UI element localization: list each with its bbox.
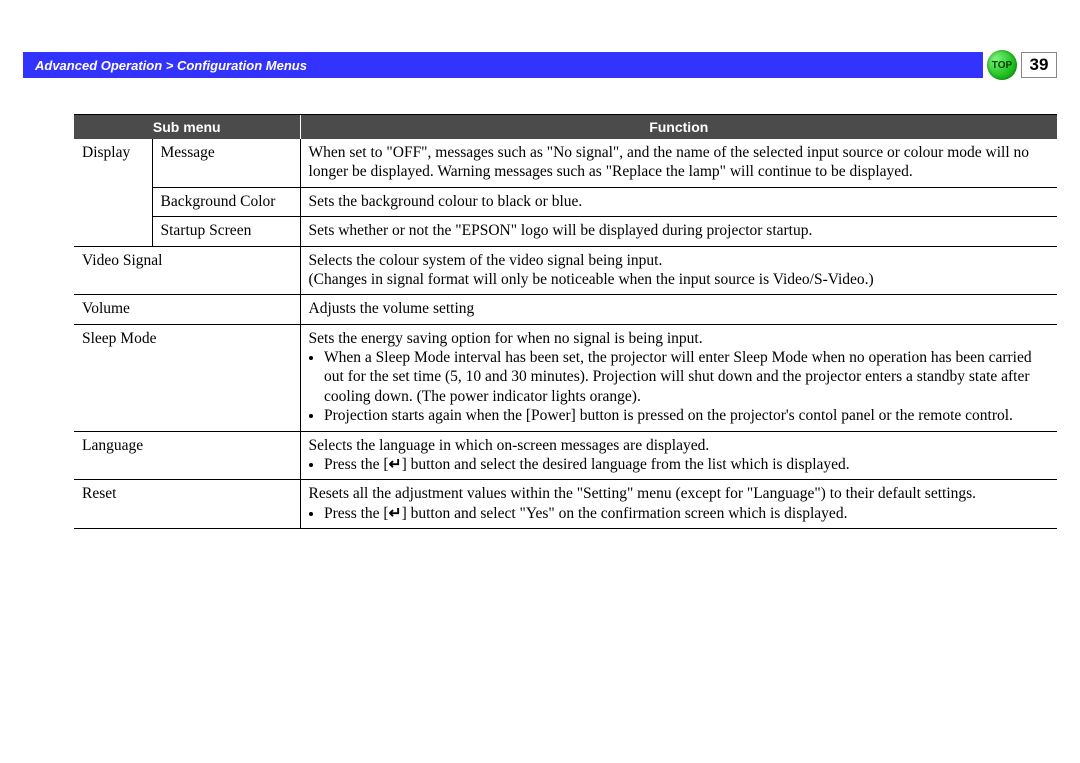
text: Sets the energy saving option for when n…	[309, 330, 703, 347]
cell-message-fn: When set to "OFF", messages such as "No …	[300, 139, 1057, 187]
breadcrumb-text: Advanced Operation > Configuration Menus	[35, 58, 307, 73]
cell-video: Video Signal	[74, 246, 300, 295]
col-header-submenu: Sub menu	[74, 115, 300, 139]
page-number: 39	[1021, 52, 1057, 78]
col-header-function: Function	[300, 115, 1057, 139]
cell-display: Display	[74, 139, 152, 246]
cell-message: Message	[152, 139, 300, 187]
text: (Changes in signal format will only be n…	[309, 271, 874, 288]
bullet-list: Press the [↵] button and select the desi…	[309, 455, 1049, 474]
top-icon[interactable]: TOP	[987, 50, 1017, 80]
table-row: Sleep Mode Sets the energy saving option…	[74, 324, 1057, 431]
enter-icon: ↵	[389, 456, 402, 473]
table-row: Background Color Sets the background col…	[74, 187, 1057, 216]
table-row: Video Signal Selects the colour system o…	[74, 246, 1057, 295]
cell-sleep-fn: Sets the energy saving option for when n…	[300, 324, 1057, 431]
breadcrumb: Advanced Operation > Configuration Menus	[23, 52, 983, 78]
cell-sleep: Sleep Mode	[74, 324, 300, 431]
text: Selects the colour system of the video s…	[309, 252, 663, 269]
text: ] button and select the desired language…	[402, 456, 850, 473]
enter-icon: ↵	[389, 505, 402, 522]
list-item: When a Sleep Mode interval has been set,…	[324, 348, 1049, 406]
header-bar: Advanced Operation > Configuration Menus…	[23, 52, 1057, 78]
cell-language: Language	[74, 431, 300, 480]
text: Press the [	[324, 456, 389, 473]
cell-bgcolor: Background Color	[152, 187, 300, 216]
page-number-text: 39	[1030, 55, 1049, 75]
list-item: Press the [↵] button and select "Yes" on…	[324, 504, 1049, 523]
table-header-row: Sub menu Function	[74, 115, 1057, 139]
table-row: Display Message When set to "OFF", messa…	[74, 139, 1057, 187]
table-row: Language Selects the language in which o…	[74, 431, 1057, 480]
table-row: Startup Screen Sets whether or not the "…	[74, 217, 1057, 246]
cell-volume: Volume	[74, 295, 300, 324]
page: Advanced Operation > Configuration Menus…	[0, 0, 1080, 763]
cell-video-fn: Selects the colour system of the video s…	[300, 246, 1057, 295]
text: Resets all the adjustment values within …	[309, 485, 977, 502]
cell-volume-fn: Adjusts the volume setting	[300, 295, 1057, 324]
text: Selects the language in which on-screen …	[309, 437, 710, 454]
cell-startup-fn: Sets whether or not the "EPSON" logo wil…	[300, 217, 1057, 246]
text: Press the [	[324, 505, 389, 522]
table-row: Reset Resets all the adjustment values w…	[74, 480, 1057, 528]
bullet-list: Press the [↵] button and select "Yes" on…	[309, 504, 1049, 523]
bullet-list: When a Sleep Mode interval has been set,…	[309, 348, 1049, 426]
cell-reset: Reset	[74, 480, 300, 528]
text: ] button and select "Yes" on the confirm…	[402, 505, 848, 522]
config-table: Sub menu Function Display Message When s…	[74, 114, 1057, 529]
cell-bgcolor-fn: Sets the background colour to black or b…	[300, 187, 1057, 216]
list-item: Projection starts again when the [Power]…	[324, 406, 1049, 425]
cell-startup: Startup Screen	[152, 217, 300, 246]
top-icon-label: TOP	[992, 60, 1012, 71]
table-row: Volume Adjusts the volume setting	[74, 295, 1057, 324]
cell-language-fn: Selects the language in which on-screen …	[300, 431, 1057, 480]
cell-reset-fn: Resets all the adjustment values within …	[300, 480, 1057, 528]
list-item: Press the [↵] button and select the desi…	[324, 455, 1049, 474]
